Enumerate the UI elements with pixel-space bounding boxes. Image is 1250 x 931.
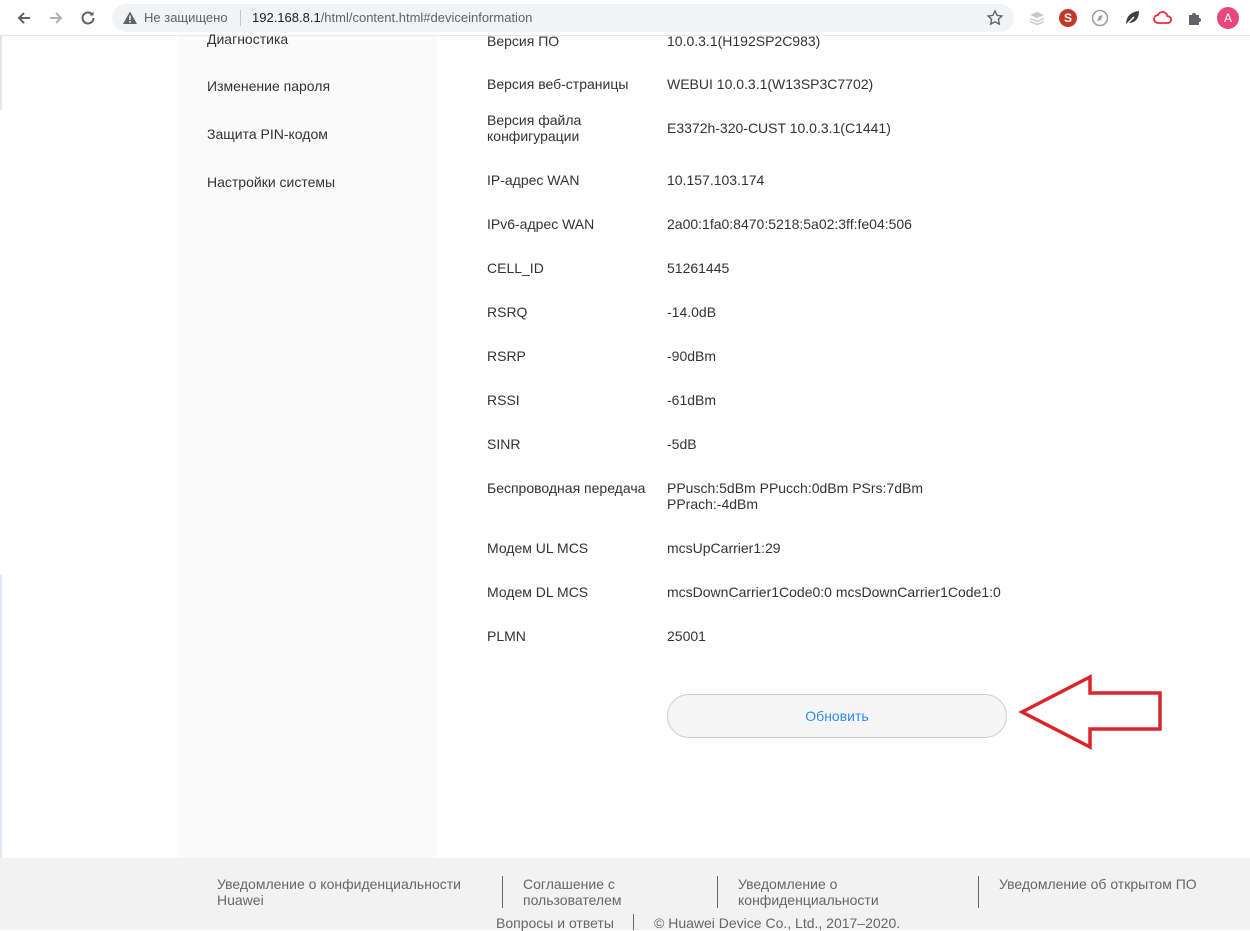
puzzle-icon[interactable]	[1185, 8, 1205, 28]
info-value: 10.157.103.174	[667, 172, 765, 188]
footer-divider	[978, 876, 979, 908]
info-value: PPusch:5dBm PPucch:0dBm PSrs:7dBm PPrach…	[667, 480, 923, 512]
info-value: WEBUI 10.0.3.1(W13SP3C7702)	[667, 76, 874, 92]
sidebar-item-diagnostics[interactable]: Диагностика	[207, 31, 288, 47]
leaf-icon[interactable]	[1122, 8, 1142, 28]
info-label: CELL_ID	[487, 260, 544, 276]
info-value: -90dBm	[667, 348, 717, 364]
info-value: -14.0dB	[667, 304, 717, 320]
info-label: IP-адрес WAN	[487, 172, 580, 188]
compass-icon[interactable]	[1090, 8, 1110, 28]
info-label: RSRP	[487, 348, 526, 364]
footer-divider	[633, 914, 634, 930]
info-label: IPv6-адрес WAN	[487, 216, 595, 232]
avatar[interactable]: A	[1217, 7, 1239, 29]
info-label: SINR	[487, 436, 521, 452]
info-label: Версия файла конфигурации	[487, 112, 582, 144]
info-value: -61dBm	[667, 392, 717, 408]
info-label: Беспроводная передача	[487, 480, 646, 496]
footer-link-user-agreement[interactable]: Соглашение с пользователем	[523, 876, 663, 908]
footer-copyright: © Huawei Device Co., Ltd., 2017–2020.	[654, 915, 901, 931]
info-value: mcsDownCarrier1Code0:0 mcsDownCarrier1Co…	[667, 584, 1001, 600]
address-bar[interactable]: Не защищено 192.168.8.1/html/content.htm…	[112, 4, 1014, 32]
info-label: Версия веб-страницы	[487, 76, 629, 92]
sidebar-item-change-password[interactable]: Изменение пароля	[207, 78, 330, 94]
refresh-button[interactable]: Обновить	[667, 694, 1007, 738]
sidebar-item-system-settings[interactable]: Настройки системы	[207, 174, 335, 190]
info-value: 51261445	[667, 260, 730, 276]
footer-link-privacy-huawei[interactable]: Уведомление о конфиденциальности Huawei	[217, 876, 487, 908]
info-label: PLMN	[487, 628, 526, 644]
info-value: mcsUpCarrier1:29	[667, 540, 781, 556]
layers-icon[interactable]	[1027, 8, 1047, 28]
info-value: 10.0.3.1(H192SP2C983)	[667, 33, 821, 49]
forward-icon[interactable]	[44, 6, 68, 30]
info-value: E3372h-320-CUST 10.0.3.1(C1441)	[667, 120, 891, 136]
info-label: Модем UL MCS	[487, 540, 589, 556]
warning-icon[interactable]	[122, 10, 138, 26]
settings-sidebar: Диагностика Изменение пароля Защита PIN-…	[178, 31, 437, 858]
seo-icon[interactable]: S	[1058, 8, 1078, 28]
star-icon[interactable]	[986, 9, 1004, 27]
cloud-icon[interactable]	[1153, 8, 1173, 28]
sidebar-item-pin-protection[interactable]: Защита PIN-кодом	[207, 126, 328, 142]
info-label: Версия ПО	[487, 33, 560, 49]
info-label: Модем DL MCS	[487, 584, 589, 600]
footer-link-faq[interactable]: Вопросы и ответы	[496, 915, 614, 931]
page-edge	[0, 36, 2, 110]
footer-divider	[717, 876, 718, 908]
info-value: 2a00:1fa0:8470:5218:5a02:3ff:fe04:506	[667, 216, 912, 232]
info-value: -5dB	[667, 436, 697, 452]
url-text[interactable]: 192.168.8.1/html/content.html#deviceinfo…	[252, 10, 532, 26]
back-icon[interactable]	[12, 6, 36, 30]
annotation-arrow-icon	[1018, 674, 1162, 750]
svg-text:S: S	[1064, 11, 1072, 25]
footer-divider	[502, 876, 503, 908]
omnibox-divider	[240, 10, 241, 26]
page-edge-lower	[0, 575, 2, 858]
reload-icon[interactable]	[76, 6, 100, 30]
url-host: 192.168.8.1	[252, 10, 321, 25]
info-label: RSSI	[487, 392, 520, 408]
info-value: 25001	[667, 628, 706, 644]
security-label[interactable]: Не защищено	[144, 10, 228, 26]
info-label: RSRQ	[487, 304, 528, 320]
url-path: /html/content.html#deviceinformation	[320, 10, 533, 25]
footer-link-privacy-notice[interactable]: Уведомление о конфиденциальности	[738, 876, 918, 908]
footer-link-open-source[interactable]: Уведомление об открытом ПО	[999, 876, 1199, 892]
arrow-shape	[1018, 674, 1162, 750]
page-footer: Уведомление о конфиденциальности Huawei …	[0, 858, 1250, 931]
browser-toolbar: Не защищено 192.168.8.1/html/content.htm…	[0, 0, 1250, 36]
